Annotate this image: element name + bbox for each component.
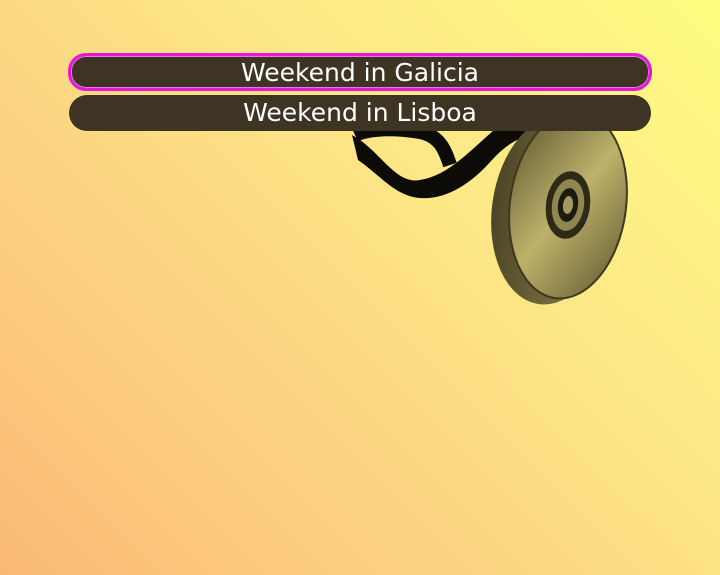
film-strip: [120, 89, 378, 485]
menu-item-lisboa[interactable]: Weekend in Lisboa: [69, 95, 651, 131]
playlist-menu: Weekend in Galicia Weekend in Lisboa: [68, 53, 652, 131]
menu-item-galicia[interactable]: Weekend in Galicia: [68, 53, 652, 91]
menu-item-label: Weekend in Galicia: [241, 58, 479, 87]
menu-item-label: Weekend in Lisboa: [243, 98, 477, 127]
